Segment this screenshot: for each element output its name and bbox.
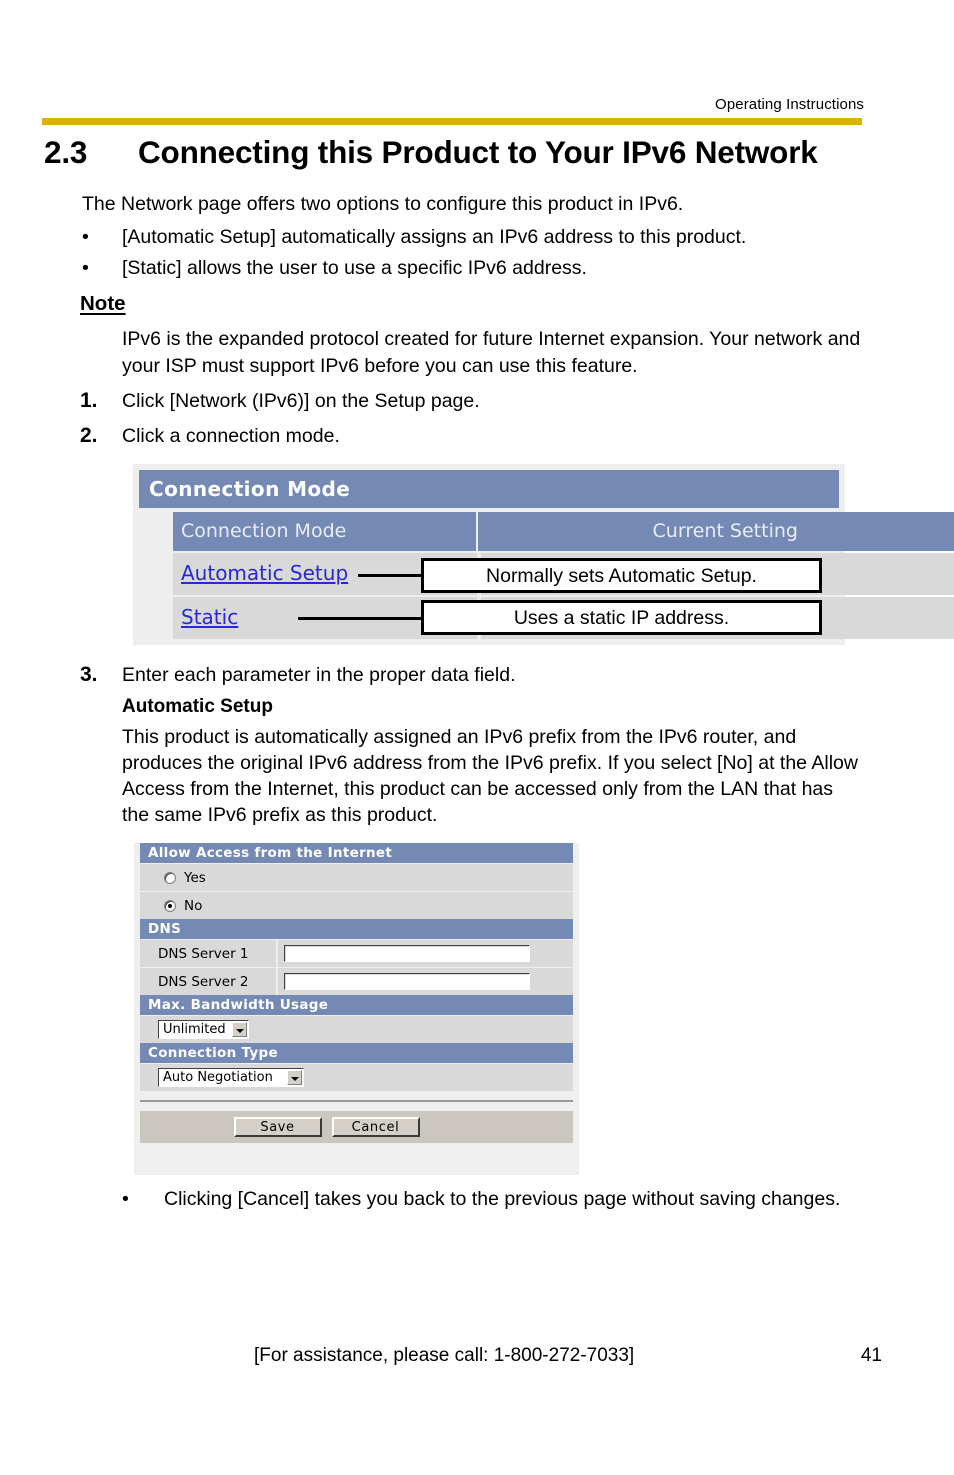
callout-automatic-setup: Normally sets Automatic Setup. xyxy=(421,558,822,593)
subsection-body: This product is automatically assigned a… xyxy=(122,726,858,826)
callout-static: Uses a static IP address. xyxy=(421,600,822,635)
step-text: Click a connection mode. xyxy=(122,425,340,447)
list-item-text: [Automatic Setup] automatically assigns … xyxy=(122,226,747,248)
step-text: Enter each parameter in the proper data … xyxy=(122,664,516,686)
intro-bullet-list: • [Automatic Setup] automatically assign… xyxy=(82,222,902,284)
step-text: Click [Network (IPv6)] on the Setup page… xyxy=(122,390,480,412)
field-row-dns-server-1: DNS Server 1 xyxy=(140,940,573,967)
list-item: • [Static] allows the user to use a spec… xyxy=(82,253,902,284)
radio-label-no: No xyxy=(184,897,203,914)
callout-leader-line xyxy=(358,574,421,577)
step-number: 1. xyxy=(80,389,98,412)
max-bandwidth-select[interactable]: Unlimited xyxy=(158,1020,249,1039)
settings-form-screenshot: Allow Access from the Internet Yes No DN… xyxy=(134,843,579,1175)
field-label-dns-server-2: DNS Server 2 xyxy=(158,973,249,990)
footer-assistance: [For assistance, please call: 1-800-272-… xyxy=(254,1345,635,1366)
radio-option-yes[interactable]: Yes xyxy=(140,864,573,891)
radio-icon-selected[interactable] xyxy=(164,899,176,912)
radio-option-no[interactable]: No xyxy=(140,892,573,919)
cancel-button[interactable]: Cancel xyxy=(331,1117,420,1137)
connection-type-selected-value: Auto Negotiation xyxy=(163,1070,273,1085)
list-item-text: [Static] allows the user to use a specif… xyxy=(122,257,587,279)
section-title-text: Connecting this Product to Your IPv6 Net… xyxy=(138,134,818,170)
link-static[interactable]: Static xyxy=(181,605,238,629)
radio-label-yes: Yes xyxy=(184,869,206,886)
link-automatic-setup[interactable]: Automatic Setup xyxy=(181,561,348,585)
save-button[interactable]: Save xyxy=(233,1117,322,1137)
step-1: 1. Click [Network (IPv6)] on the Setup p… xyxy=(80,388,780,414)
step-3: 3. Enter each parameter in the proper da… xyxy=(80,662,780,688)
form-button-bar: Save Cancel xyxy=(140,1111,573,1143)
field-label-dns-server-1: DNS Server 1 xyxy=(158,945,249,962)
bullet-icon: • xyxy=(82,226,89,248)
column-header-current-setting: Current Setting xyxy=(477,512,954,551)
bullet-icon: • xyxy=(122,1188,129,1210)
section-number: 2.3 xyxy=(44,134,88,170)
chevron-down-icon[interactable] xyxy=(231,1022,247,1037)
list-item: • [Automatic Setup] automatically assign… xyxy=(82,222,902,253)
radio-icon[interactable] xyxy=(164,871,176,884)
connection-mode-screenshot: Connection Mode Connection Mode Current … xyxy=(133,464,954,645)
max-bandwidth-selected-value: Unlimited xyxy=(163,1022,226,1037)
step-number: 2. xyxy=(80,424,98,447)
trailing-note: • Clicking [Cancel] takes you back to th… xyxy=(122,1186,884,1212)
field-cell xyxy=(276,940,573,967)
field-cell xyxy=(276,968,573,995)
section-bar-allow-access: Allow Access from the Internet xyxy=(140,843,573,863)
footer-page-number: 41 xyxy=(860,1345,882,1366)
page-title: 2.3 Connecting this Product to Your IPv6 … xyxy=(44,134,924,171)
dns-server-2-input[interactable] xyxy=(284,973,530,990)
document-page: Operating Instructions 2.3 Connecting thi… xyxy=(0,0,954,1475)
dns-server-1-input[interactable] xyxy=(284,945,530,962)
section-bar-dns: DNS xyxy=(140,919,573,939)
intro-paragraph: The Network page offers two options to c… xyxy=(82,193,684,215)
field-row-dns-server-2: DNS Server 2 xyxy=(140,968,573,995)
header-rule xyxy=(42,118,862,125)
note-body: IPv6 is the expanded protocol created fo… xyxy=(122,328,861,377)
connection-mode-title-bar: Connection Mode xyxy=(139,470,839,508)
bullet-icon: • xyxy=(82,257,89,279)
step-2: 2. Click a connection mode. xyxy=(80,423,780,449)
field-row-max-bandwidth: Unlimited xyxy=(140,1016,573,1043)
section-bar-connection-type: Connection Type xyxy=(140,1043,573,1063)
column-header-connection-mode: Connection Mode xyxy=(173,512,478,551)
section-bar-max-bandwidth: Max. Bandwidth Usage xyxy=(140,995,573,1015)
trailing-note-text: Clicking [Cancel] takes you back to the … xyxy=(164,1188,841,1210)
form-divider xyxy=(140,1100,573,1102)
note-heading: Note xyxy=(80,292,126,315)
table-header-row: Connection Mode Current Setting xyxy=(173,512,954,551)
field-row-connection-type: Auto Negotiation xyxy=(140,1064,573,1091)
callout-leader-line xyxy=(298,617,421,620)
step-number: 3. xyxy=(80,663,98,686)
connection-type-select[interactable]: Auto Negotiation xyxy=(158,1068,304,1087)
chevron-down-icon[interactable] xyxy=(287,1070,302,1085)
running-header: Operating Instructions xyxy=(715,96,864,113)
subsection-heading: Automatic Setup xyxy=(122,696,273,717)
